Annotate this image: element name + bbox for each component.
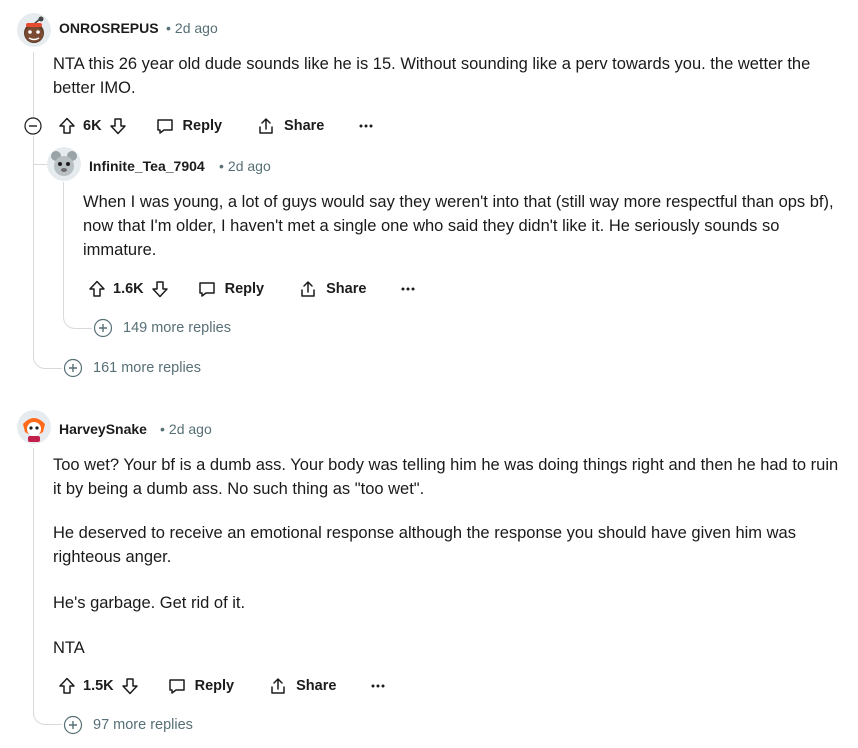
upvote-icon[interactable] xyxy=(87,279,107,299)
share-label: Share xyxy=(326,281,367,297)
expand-icon xyxy=(93,318,113,338)
comment-body: When I was young, a lot of guys would sa… xyxy=(83,190,843,262)
share-label: Share xyxy=(296,678,337,694)
share-button[interactable]: Share xyxy=(256,116,324,136)
comment-icon xyxy=(156,119,173,134)
comment-actions: 1.5K Reply Share xyxy=(57,672,386,700)
avatar[interactable] xyxy=(47,147,81,181)
comment-paragraph: Too wet? Your bf is a dumb ass. Your bod… xyxy=(53,456,839,498)
reply-label: Reply xyxy=(194,678,235,694)
comment-icon xyxy=(168,679,185,694)
overflow-menu-button[interactable] xyxy=(358,118,374,134)
expand-icon xyxy=(63,715,83,735)
comment-paragraph: He deserved to receive an emotional resp… xyxy=(53,524,796,566)
comment-paragraph: When I was young, a lot of guys would sa… xyxy=(83,193,834,259)
vote-group: 6K xyxy=(57,116,128,136)
thread-line[interactable] xyxy=(33,448,34,716)
more-replies-label: 149 more replies xyxy=(123,320,231,336)
user-avatar-icon xyxy=(47,147,81,181)
user-avatar-icon xyxy=(17,13,51,47)
expand-icon xyxy=(63,358,83,378)
avatar[interactable] xyxy=(17,410,51,444)
comment-actions: 6K Reply Share xyxy=(57,112,374,140)
timestamp: • 2d ago xyxy=(160,421,212,437)
overflow-icon xyxy=(359,124,373,128)
timestamp: • 2d ago xyxy=(219,158,271,174)
timestamp: • 2d ago xyxy=(166,20,218,36)
collapse-icon[interactable] xyxy=(24,117,42,135)
avatar[interactable] xyxy=(17,13,51,47)
time-ago: 2d ago xyxy=(168,421,212,437)
thread-line[interactable] xyxy=(33,136,34,358)
user-avatar-icon xyxy=(17,410,51,444)
downvote-icon[interactable] xyxy=(120,676,140,696)
separator-dot: • xyxy=(166,20,171,36)
vote-count: 1.5K xyxy=(83,678,114,694)
upvote-icon[interactable] xyxy=(57,116,77,136)
comment-body: Too wet? Your bf is a dumb ass. Your bod… xyxy=(53,453,843,660)
reply-label: Reply xyxy=(224,281,265,297)
reply-button[interactable]: Reply xyxy=(155,116,223,136)
thread-line[interactable] xyxy=(63,182,64,312)
reply-button[interactable]: Reply xyxy=(197,279,265,299)
vote-count: 6K xyxy=(83,118,102,134)
vote-group: 1.5K xyxy=(57,676,140,696)
overflow-menu-button[interactable] xyxy=(370,678,386,694)
username[interactable]: ONROSREPUS xyxy=(59,20,159,36)
downvote-icon[interactable] xyxy=(150,279,170,299)
separator-dot: • xyxy=(219,158,224,174)
reply-button[interactable]: Reply xyxy=(167,676,235,696)
more-replies-button[interactable]: 97 more replies xyxy=(63,715,193,735)
time-ago: 2d ago xyxy=(174,20,218,36)
vote-count: 1.6K xyxy=(113,281,144,297)
overflow-icon xyxy=(371,684,385,688)
comment-paragraph: NTA xyxy=(53,639,85,657)
thread-elbow xyxy=(33,352,62,369)
more-replies-label: 161 more replies xyxy=(93,360,201,376)
upvote-icon[interactable] xyxy=(57,676,77,696)
share-button[interactable]: Share xyxy=(268,676,336,696)
thread-elbow xyxy=(63,312,92,329)
time-ago: 2d ago xyxy=(227,158,271,174)
overflow-icon xyxy=(401,287,415,291)
share-icon xyxy=(271,678,285,694)
more-replies-button[interactable]: 149 more replies xyxy=(93,318,231,338)
username[interactable]: HarveySnake xyxy=(59,421,147,437)
thread-elbow xyxy=(33,708,62,725)
thread-line[interactable] xyxy=(33,52,34,118)
comment-paragraph: NTA this 26 year old dude sounds like he… xyxy=(53,55,811,97)
separator-dot: • xyxy=(160,421,165,437)
share-icon xyxy=(301,281,315,297)
more-replies-label: 97 more replies xyxy=(93,717,193,733)
share-icon xyxy=(259,118,273,134)
reply-connector xyxy=(33,140,47,165)
username[interactable]: Infinite_Tea_7904 xyxy=(89,158,205,174)
comment-icon xyxy=(198,282,215,297)
more-replies-button[interactable]: 161 more replies xyxy=(63,358,201,378)
reply-label: Reply xyxy=(182,118,223,134)
downvote-icon[interactable] xyxy=(108,116,128,136)
overflow-menu-button[interactable] xyxy=(400,281,416,297)
vote-group: 1.6K xyxy=(87,279,170,299)
comment-actions: 1.6K Reply Share xyxy=(87,275,416,303)
share-button[interactable]: Share xyxy=(298,279,366,299)
comment-paragraph: He's garbage. Get rid of it. xyxy=(53,594,246,612)
comment-body: NTA this 26 year old dude sounds like he… xyxy=(53,52,843,100)
share-label: Share xyxy=(284,118,325,134)
